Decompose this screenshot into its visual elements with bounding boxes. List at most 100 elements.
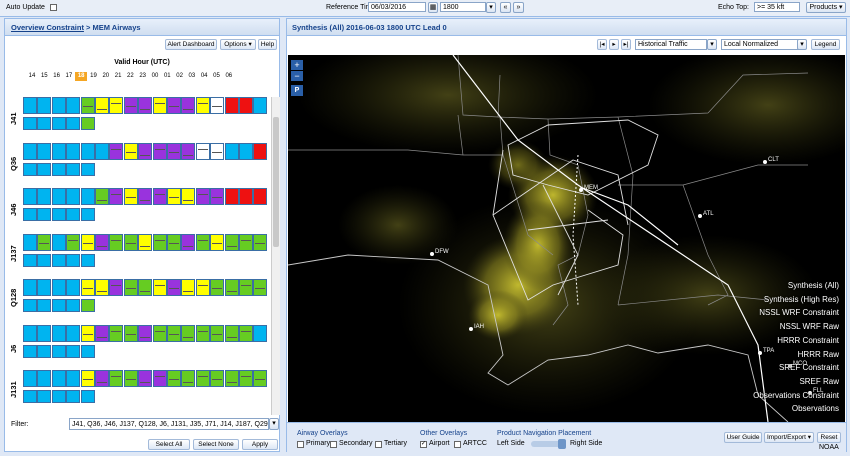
airway-cell[interactable] — [51, 117, 66, 130]
airport-mem-marker[interactable] — [579, 188, 583, 192]
airway-cell[interactable] — [51, 253, 66, 267]
help-button[interactable]: Help — [258, 39, 277, 50]
airway-cell[interactable] — [66, 344, 81, 358]
airway-cell[interactable] — [123, 279, 138, 296]
hour-06[interactable]: 06 — [223, 72, 235, 81]
airway-cell[interactable] — [253, 233, 268, 251]
airway-cell[interactable] — [37, 142, 52, 160]
airway-cell[interactable] — [224, 370, 239, 387]
weather-map[interactable]: + − P CLT MEM ATL DFW IAH TPA MCO FLL Synthesis… — [288, 55, 845, 422]
airport-atl-marker[interactable] — [698, 214, 702, 218]
airway-cell[interactable] — [123, 370, 138, 387]
airway-cell[interactable] — [23, 233, 37, 251]
airway-cell[interactable] — [66, 299, 81, 312]
hour-17[interactable]: 17 — [63, 72, 75, 81]
airway-cell[interactable] — [123, 233, 138, 251]
airway-cell[interactable] — [51, 279, 66, 296]
airway-label-j137[interactable]: J137 — [9, 245, 18, 262]
airway-cell[interactable] — [152, 324, 167, 342]
select-none-button[interactable]: Select None — [193, 439, 239, 450]
airway-cell[interactable] — [253, 324, 268, 342]
airway-cell[interactable] — [23, 299, 37, 312]
artcc-checkbox[interactable] — [454, 441, 461, 448]
airway-cell[interactable] — [239, 279, 253, 296]
airway-cell[interactable] — [224, 279, 239, 296]
last-icon[interactable]: ▸| — [621, 39, 631, 50]
airway-cell[interactable] — [239, 233, 253, 251]
airway-cell[interactable] — [239, 188, 253, 205]
airway-cell[interactable] — [51, 142, 66, 160]
airway-cell[interactable] — [239, 142, 253, 160]
airway-cell[interactable] — [181, 188, 196, 205]
layer-item[interactable]: Observations Constraint — [753, 391, 839, 400]
airway-cell[interactable] — [80, 390, 95, 403]
hour-19[interactable]: 19 — [88, 72, 100, 81]
airway-cell[interactable] — [138, 188, 153, 205]
airway-cell[interactable] — [37, 370, 52, 387]
import-export-button[interactable]: Import/Export ▾ — [764, 432, 814, 443]
airway-cell[interactable] — [23, 97, 37, 114]
airway-cell[interactable] — [138, 233, 153, 251]
airway-cell[interactable] — [195, 279, 210, 296]
airway-label-q128[interactable]: Q128 — [9, 289, 18, 307]
hour-18[interactable]: 18 — [75, 72, 88, 81]
hour-21[interactable]: 21 — [112, 72, 124, 81]
airway-cell[interactable] — [66, 97, 81, 114]
user-guide-button[interactable]: User Guide — [724, 432, 762, 443]
airway-cell[interactable] — [23, 279, 37, 296]
airway-cell[interactable] — [66, 142, 81, 160]
normalization-dropdown-icon[interactable]: ▾ — [797, 39, 807, 50]
airway-cell[interactable] — [195, 233, 210, 251]
airway-cell[interactable] — [80, 253, 95, 267]
airway-label-j6[interactable]: J6 — [9, 344, 18, 352]
airway-cell[interactable] — [37, 299, 52, 312]
hour-03[interactable]: 03 — [186, 72, 198, 81]
airway-cell[interactable] — [23, 324, 37, 342]
secondary-checkbox[interactable] — [330, 441, 337, 448]
airway-cell[interactable] — [138, 142, 153, 160]
airway-cell[interactable] — [109, 370, 124, 387]
layer-item[interactable]: NSSL WRF Raw — [780, 322, 839, 331]
airway-cell[interactable] — [195, 188, 210, 205]
airway-cell[interactable] — [80, 233, 95, 251]
zoom-in-button[interactable]: + — [291, 60, 303, 70]
airway-cell[interactable] — [37, 279, 52, 296]
airway-cell[interactable] — [23, 390, 37, 403]
airway-cell[interactable] — [224, 97, 239, 114]
airway-cell[interactable] — [37, 97, 52, 114]
tertiary-checkbox[interactable] — [375, 441, 382, 448]
time-field[interactable]: 1800 — [440, 2, 486, 12]
airway-cell[interactable] — [23, 344, 37, 358]
airway-cell[interactable] — [253, 97, 268, 114]
airway-cell[interactable] — [51, 324, 66, 342]
hour-04[interactable]: 04 — [198, 72, 210, 81]
airway-cell[interactable] — [224, 142, 239, 160]
airway-cell[interactable] — [51, 97, 66, 114]
filter-dropdown-icon[interactable]: ▾ — [269, 418, 279, 430]
airway-cell[interactable] — [66, 233, 81, 251]
airway-cell[interactable] — [109, 97, 124, 114]
airway-cell[interactable] — [23, 188, 37, 205]
airport-tpa-marker[interactable] — [758, 351, 762, 355]
airway-cell[interactable] — [210, 97, 225, 114]
airway-cell[interactable] — [253, 370, 268, 387]
airway-cell[interactable] — [210, 370, 225, 387]
airway-cell[interactable] — [51, 162, 66, 176]
airway-cell[interactable] — [51, 344, 66, 358]
airway-cell[interactable] — [195, 370, 210, 387]
airway-cell[interactable] — [210, 142, 225, 160]
airway-cell[interactable] — [253, 142, 268, 160]
airway-cell[interactable] — [37, 188, 52, 205]
hour-23[interactable]: 23 — [137, 72, 149, 81]
airway-cell[interactable] — [181, 324, 196, 342]
slider-handle[interactable] — [558, 439, 566, 449]
airway-cell[interactable] — [80, 142, 95, 160]
airway-cell[interactable] — [152, 370, 167, 387]
airway-cell[interactable] — [138, 279, 153, 296]
airway-cell[interactable] — [95, 279, 109, 296]
airway-cell[interactable] — [80, 97, 95, 114]
airway-cell[interactable] — [210, 324, 225, 342]
echo-top-select[interactable]: >= 35 kft — [754, 2, 800, 12]
layer-item[interactable]: NSSL WRF Constraint — [759, 308, 839, 317]
airway-cell[interactable] — [37, 253, 52, 267]
